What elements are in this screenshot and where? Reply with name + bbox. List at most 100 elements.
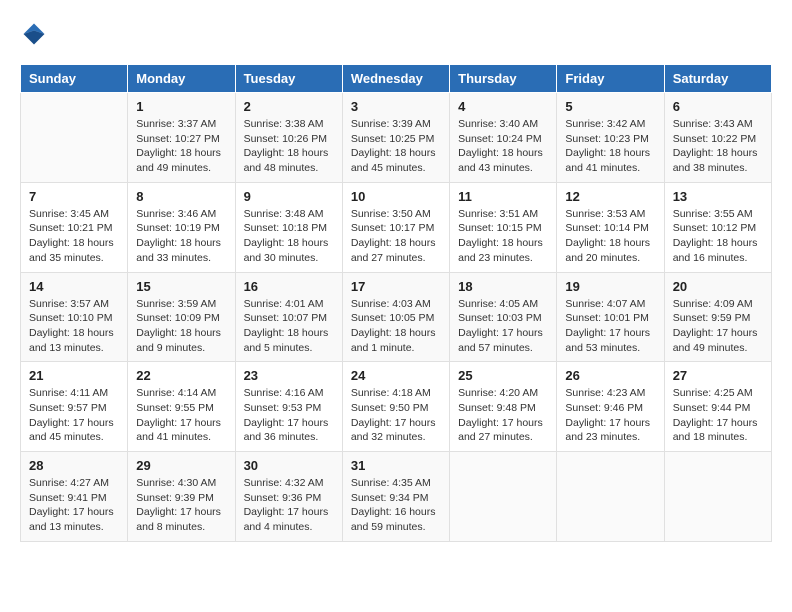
day-info: Sunrise: 4:23 AMSunset: 9:46 PMDaylight:… (565, 386, 655, 445)
page-header (20, 20, 772, 48)
calendar-cell: 7 Sunrise: 3:45 AMSunset: 10:21 PMDaylig… (21, 182, 128, 272)
day-number: 8 (136, 189, 226, 204)
calendar-cell (664, 452, 771, 542)
calendar-cell: 21 Sunrise: 4:11 AMSunset: 9:57 PMDaylig… (21, 362, 128, 452)
day-number: 9 (244, 189, 334, 204)
day-number: 4 (458, 99, 548, 114)
calendar-cell: 2 Sunrise: 3:38 AMSunset: 10:26 PMDaylig… (235, 93, 342, 183)
logo (20, 20, 52, 48)
logo-icon (20, 20, 48, 48)
day-info: Sunrise: 3:57 AMSunset: 10:10 PMDaylight… (29, 297, 119, 356)
week-row: 21 Sunrise: 4:11 AMSunset: 9:57 PMDaylig… (21, 362, 772, 452)
day-info: Sunrise: 3:37 AMSunset: 10:27 PMDaylight… (136, 117, 226, 176)
day-info: Sunrise: 4:25 AMSunset: 9:44 PMDaylight:… (673, 386, 763, 445)
day-info: Sunrise: 3:40 AMSunset: 10:24 PMDaylight… (458, 117, 548, 176)
day-number: 2 (244, 99, 334, 114)
calendar-cell: 16 Sunrise: 4:01 AMSunset: 10:07 PMDayli… (235, 272, 342, 362)
day-info: Sunrise: 4:03 AMSunset: 10:05 PMDaylight… (351, 297, 441, 356)
day-number: 15 (136, 279, 226, 294)
weekday-header: Saturday (664, 65, 771, 93)
day-info: Sunrise: 3:53 AMSunset: 10:14 PMDaylight… (565, 207, 655, 266)
day-info: Sunrise: 3:43 AMSunset: 10:22 PMDaylight… (673, 117, 763, 176)
calendar-cell: 10 Sunrise: 3:50 AMSunset: 10:17 PMDayli… (342, 182, 449, 272)
day-info: Sunrise: 3:48 AMSunset: 10:18 PMDaylight… (244, 207, 334, 266)
day-number: 12 (565, 189, 655, 204)
calendar-cell: 26 Sunrise: 4:23 AMSunset: 9:46 PMDaylig… (557, 362, 664, 452)
calendar-cell: 8 Sunrise: 3:46 AMSunset: 10:19 PMDaylig… (128, 182, 235, 272)
day-info: Sunrise: 3:42 AMSunset: 10:23 PMDaylight… (565, 117, 655, 176)
calendar-table: SundayMondayTuesdayWednesdayThursdayFrid… (20, 64, 772, 542)
day-number: 23 (244, 368, 334, 383)
day-info: Sunrise: 4:05 AMSunset: 10:03 PMDaylight… (458, 297, 548, 356)
calendar-cell: 24 Sunrise: 4:18 AMSunset: 9:50 PMDaylig… (342, 362, 449, 452)
day-info: Sunrise: 4:16 AMSunset: 9:53 PMDaylight:… (244, 386, 334, 445)
calendar-cell: 11 Sunrise: 3:51 AMSunset: 10:15 PMDayli… (450, 182, 557, 272)
weekday-header: Tuesday (235, 65, 342, 93)
day-info: Sunrise: 4:01 AMSunset: 10:07 PMDaylight… (244, 297, 334, 356)
day-number: 29 (136, 458, 226, 473)
day-number: 19 (565, 279, 655, 294)
calendar-cell: 20 Sunrise: 4:09 AMSunset: 9:59 PMDaylig… (664, 272, 771, 362)
calendar-cell: 4 Sunrise: 3:40 AMSunset: 10:24 PMDaylig… (450, 93, 557, 183)
day-info: Sunrise: 3:38 AMSunset: 10:26 PMDaylight… (244, 117, 334, 176)
calendar-cell (450, 452, 557, 542)
weekday-header-row: SundayMondayTuesdayWednesdayThursdayFrid… (21, 65, 772, 93)
calendar-cell: 22 Sunrise: 4:14 AMSunset: 9:55 PMDaylig… (128, 362, 235, 452)
day-info: Sunrise: 4:11 AMSunset: 9:57 PMDaylight:… (29, 386, 119, 445)
day-number: 25 (458, 368, 548, 383)
calendar-cell (557, 452, 664, 542)
week-row: 7 Sunrise: 3:45 AMSunset: 10:21 PMDaylig… (21, 182, 772, 272)
calendar-cell: 17 Sunrise: 4:03 AMSunset: 10:05 PMDayli… (342, 272, 449, 362)
day-info: Sunrise: 3:59 AMSunset: 10:09 PMDaylight… (136, 297, 226, 356)
calendar-cell: 3 Sunrise: 3:39 AMSunset: 10:25 PMDaylig… (342, 93, 449, 183)
day-info: Sunrise: 4:18 AMSunset: 9:50 PMDaylight:… (351, 386, 441, 445)
day-info: Sunrise: 4:14 AMSunset: 9:55 PMDaylight:… (136, 386, 226, 445)
calendar-cell: 15 Sunrise: 3:59 AMSunset: 10:09 PMDayli… (128, 272, 235, 362)
day-number: 17 (351, 279, 441, 294)
weekday-header: Monday (128, 65, 235, 93)
day-number: 30 (244, 458, 334, 473)
day-number: 26 (565, 368, 655, 383)
day-number: 5 (565, 99, 655, 114)
day-number: 10 (351, 189, 441, 204)
day-number: 7 (29, 189, 119, 204)
day-number: 6 (673, 99, 763, 114)
day-number: 21 (29, 368, 119, 383)
calendar-cell: 18 Sunrise: 4:05 AMSunset: 10:03 PMDayli… (450, 272, 557, 362)
day-number: 13 (673, 189, 763, 204)
calendar-cell (21, 93, 128, 183)
day-info: Sunrise: 3:51 AMSunset: 10:15 PMDaylight… (458, 207, 548, 266)
calendar-cell: 25 Sunrise: 4:20 AMSunset: 9:48 PMDaylig… (450, 362, 557, 452)
calendar-cell: 1 Sunrise: 3:37 AMSunset: 10:27 PMDaylig… (128, 93, 235, 183)
weekday-header: Thursday (450, 65, 557, 93)
day-number: 24 (351, 368, 441, 383)
week-row: 14 Sunrise: 3:57 AMSunset: 10:10 PMDayli… (21, 272, 772, 362)
day-number: 16 (244, 279, 334, 294)
calendar-cell: 9 Sunrise: 3:48 AMSunset: 10:18 PMDaylig… (235, 182, 342, 272)
day-number: 18 (458, 279, 548, 294)
day-number: 22 (136, 368, 226, 383)
day-info: Sunrise: 3:39 AMSunset: 10:25 PMDaylight… (351, 117, 441, 176)
week-row: 1 Sunrise: 3:37 AMSunset: 10:27 PMDaylig… (21, 93, 772, 183)
day-info: Sunrise: 4:35 AMSunset: 9:34 PMDaylight:… (351, 476, 441, 535)
day-number: 28 (29, 458, 119, 473)
day-info: Sunrise: 4:30 AMSunset: 9:39 PMDaylight:… (136, 476, 226, 535)
weekday-header: Friday (557, 65, 664, 93)
day-info: Sunrise: 4:07 AMSunset: 10:01 PMDaylight… (565, 297, 655, 356)
day-number: 14 (29, 279, 119, 294)
day-info: Sunrise: 4:09 AMSunset: 9:59 PMDaylight:… (673, 297, 763, 356)
day-info: Sunrise: 3:45 AMSunset: 10:21 PMDaylight… (29, 207, 119, 266)
day-number: 1 (136, 99, 226, 114)
calendar-cell: 31 Sunrise: 4:35 AMSunset: 9:34 PMDaylig… (342, 452, 449, 542)
day-info: Sunrise: 4:20 AMSunset: 9:48 PMDaylight:… (458, 386, 548, 445)
calendar-cell: 13 Sunrise: 3:55 AMSunset: 10:12 PMDayli… (664, 182, 771, 272)
day-number: 27 (673, 368, 763, 383)
day-number: 20 (673, 279, 763, 294)
calendar-cell: 23 Sunrise: 4:16 AMSunset: 9:53 PMDaylig… (235, 362, 342, 452)
calendar-cell: 28 Sunrise: 4:27 AMSunset: 9:41 PMDaylig… (21, 452, 128, 542)
calendar-cell: 30 Sunrise: 4:32 AMSunset: 9:36 PMDaylig… (235, 452, 342, 542)
week-row: 28 Sunrise: 4:27 AMSunset: 9:41 PMDaylig… (21, 452, 772, 542)
calendar-cell: 29 Sunrise: 4:30 AMSunset: 9:39 PMDaylig… (128, 452, 235, 542)
day-info: Sunrise: 3:46 AMSunset: 10:19 PMDaylight… (136, 207, 226, 266)
calendar-cell: 12 Sunrise: 3:53 AMSunset: 10:14 PMDayli… (557, 182, 664, 272)
